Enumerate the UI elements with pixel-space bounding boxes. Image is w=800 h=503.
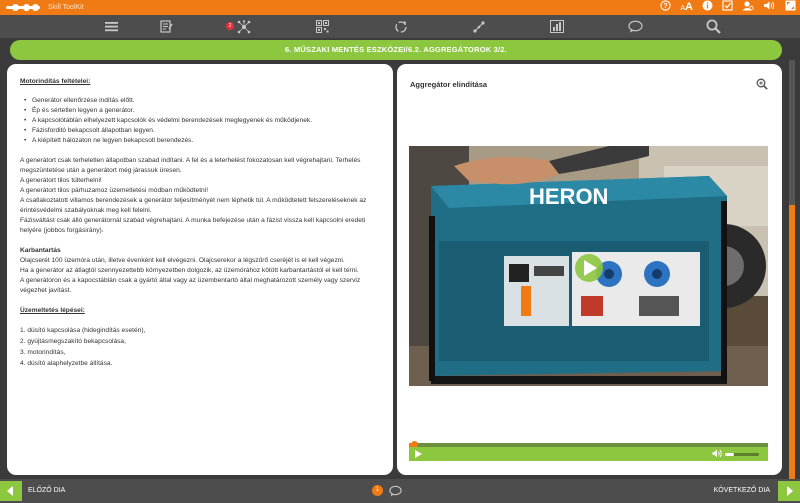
title-bar: Skill ToolKit ? AA [0,0,800,15]
paragraph: A generátort csak terheletlen állapotban… [20,157,361,174]
menu-icon[interactable] [103,19,119,34]
app-logo [6,3,40,12]
bottom-navigation: ELŐZŐ DIA 1 KÖVETKEZŐ DIA [0,479,800,503]
paragraph: Olajcserét 100 üzemóra után, illetve éve… [20,257,345,264]
next-slide-button[interactable] [778,481,800,501]
lesson-header: 6. MŰSZAKI MENTÉS ESZKÖZEI/6.2. AGGREGÁT… [10,40,782,60]
list-item: 4. dúsító alaphelyzetbe állítása. [20,360,113,367]
notes-icon[interactable] [158,19,174,34]
fullscreen-icon[interactable] [785,0,796,16]
help-icon[interactable]: ? [660,0,672,16]
font-size-control[interactable]: AA [680,0,693,16]
page-scrollbar[interactable] [789,60,795,485]
font-size-large-label: A [685,0,693,13]
scrollbar-thumb[interactable] [789,205,795,485]
prev-slide-button[interactable] [0,481,22,501]
generator-video-frame: HERON [409,146,768,386]
main-toolbar: 2 [0,15,800,38]
text-content: Motorindítás feltételei: Generátor ellen… [20,77,370,369]
video-player[interactable]: HERON [409,146,768,386]
info-icon[interactable] [702,0,713,16]
paragraph: A csatlakoztatott villamos berendezések … [20,197,367,214]
list-item: Fázisforditó bekapcsolt állapotban legye… [24,126,370,136]
user-settings-icon[interactable] [742,0,754,16]
paragraph: A generátort tilos párhuzamoz üzemelteté… [20,187,209,194]
conditions-list: Generátor ellenőrzése indítás előtt. Ép … [24,96,370,146]
media-panel: Aggregátor elindítása HERON [397,64,782,475]
comment-icon[interactable] [389,484,402,502]
play-icon[interactable] [415,450,422,458]
network-icon[interactable] [236,19,252,34]
generator-brand-text: HERON [529,184,608,209]
video-controls [409,447,768,461]
section-heading: Motorindítás feltételei: [20,78,91,85]
toolbar-badge: 2 [226,22,234,30]
list-item: 2. gyújtásmegszakító bekapcsolása, [20,338,126,345]
paragraph: A generátoron és a kapocstáblán csak a g… [20,277,361,294]
list-item: 1. dúsító kapcsolása (hidegindítás eseté… [20,327,146,334]
prev-slide-label[interactable]: ELŐZŐ DIA [28,487,65,494]
list-item: Ép és sértetlen legyen a generátor. [24,106,370,116]
volume-fill [725,453,735,456]
zoom-in-icon[interactable] [756,77,768,90]
section-heading: Üzemeltetés lépései: [20,307,85,314]
qr-code-icon[interactable] [314,19,330,34]
video-volume-icon[interactable] [712,449,723,460]
section-heading: Karbantartás [20,247,61,254]
volume-slider[interactable] [725,453,759,456]
connect-icon[interactable] [471,19,487,34]
list-item: A kapcsolótáblán elhelyezett kapcsolók é… [24,116,370,126]
slide-counter-badge: 1 [372,485,383,496]
search-icon[interactable] [705,19,721,34]
stats-icon[interactable] [549,19,565,34]
text-panel: Motorindítás feltételei: Generátor ellen… [7,64,393,475]
paragraph: A generátort tilos túlterhelni! [20,177,102,184]
volume-icon[interactable] [763,0,776,16]
paragraph: Fázisváltást csak álló generátornál szab… [20,217,366,234]
app-title: Skill ToolKit [48,4,84,11]
next-slide-label[interactable]: KÖVETKEZŐ DIA [714,487,770,494]
chat-icon[interactable] [627,19,643,34]
svg-text:?: ? [664,3,668,10]
list-item: A kiépített hálózaton ne legyen bekapcso… [24,136,370,146]
refresh-icon[interactable] [393,19,409,34]
list-item: Generátor ellenőrzése indítás előtt. [24,96,370,106]
media-title: Aggregátor elindítása [410,80,488,89]
checklist-icon[interactable] [722,0,733,16]
paragraph: Ha a generátor az átlagtól szennyezetteb… [20,267,359,274]
steps-list: 1. dúsító kapcsolása (hidegindítás eseté… [20,325,370,369]
list-item: 3. motorindítás, [20,349,66,356]
